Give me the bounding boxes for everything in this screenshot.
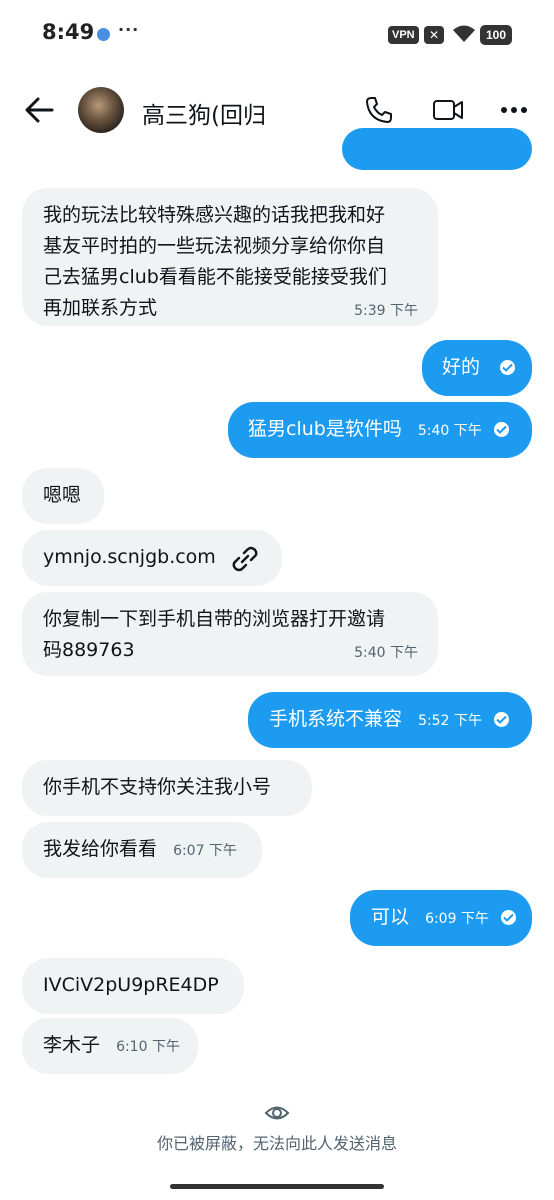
message-time: 5:39 下午 (354, 303, 418, 319)
message-text-line: 再加联系方式 (43, 297, 158, 319)
message-text-line: 我的玩法比较特殊感兴趣的话我把我和好 (43, 204, 386, 226)
phone-icon[interactable] (364, 95, 394, 125)
battery-icon: 100 (480, 25, 512, 45)
contact-name[interactable]: 高三狗(回归 (142, 96, 266, 130)
back-arrow-icon[interactable] (24, 96, 54, 124)
message-bubble-incoming[interactable]: 李木子 6:10 下午 (22, 1018, 198, 1074)
message-link-text[interactable]: ymnjo.scnjgb.com (43, 546, 216, 568)
message-bubble-incoming[interactable]: 我发给你看看 6:07 下午 (22, 822, 262, 878)
message-time: 5:52 下午 (418, 713, 482, 729)
message-time: 5:40 下午 (354, 645, 418, 661)
eye-icon (264, 1106, 290, 1120)
blocked-notice: 你已被屏蔽，无法向此人发送消息 (156, 1134, 397, 1153)
message-time: 5:40 下午 (417, 423, 482, 439)
message-text: IVCiV2pU9pRE4DP (43, 974, 219, 996)
message-text: 李木子 (43, 1034, 101, 1056)
message-time: 6:09 下午 (425, 911, 489, 927)
read-check-icon (493, 422, 509, 437)
message-text: 你手机不支持你关注我小号 (43, 776, 272, 798)
message-bubble-outgoing[interactable]: 手机系统不兼容 5:52 下午 (248, 692, 532, 748)
message-text-line: 己去猛男club看看能不能接受能接受我们 (43, 266, 387, 288)
app-notification-icon (97, 28, 110, 41)
link-icon (232, 546, 258, 572)
read-check-icon (501, 910, 516, 925)
video-icon[interactable] (432, 97, 464, 123)
message-time: 6:07 下午 (173, 843, 237, 859)
message-bubble-incoming[interactable]: IVCiV2pU9pRE4DP (22, 958, 244, 1014)
read-check-icon (494, 712, 509, 727)
message-text-line: 你复制一下到手机自带的浏览器打开邀请 (43, 608, 386, 630)
message-bubble-outgoing[interactable]: 可以 6:09 下午 (350, 890, 532, 946)
message-text: 手机系统不兼容 (269, 708, 403, 730)
avatar[interactable] (78, 87, 124, 133)
message-text: 猛男club是软件吗 (248, 418, 402, 440)
message-text: 好的 (442, 356, 481, 378)
vpn-icon: VPN (388, 26, 419, 44)
message-text: 嗯嗯 (43, 484, 82, 506)
status-more-icon: ··· (118, 20, 140, 39)
message-bubble-outgoing-partial (342, 128, 532, 170)
message-bubble-incoming-link[interactable]: ymnjo.scnjgb.com (22, 530, 282, 586)
message-text-line: 码889763 (43, 639, 135, 661)
home-indicator[interactable] (170, 1184, 384, 1189)
message-text: 可以 (371, 906, 410, 928)
x-app-icon: ✕ (424, 26, 444, 44)
message-bubble-incoming[interactable]: 嗯嗯 (22, 468, 104, 524)
message-time: 6:10 下午 (116, 1039, 180, 1055)
wifi-icon (453, 25, 475, 42)
status-time: 8:49 (42, 20, 95, 44)
read-check-icon (500, 360, 516, 375)
message-bubble-outgoing[interactable]: 猛男club是软件吗 5:40 下午 (228, 402, 532, 458)
status-bar: 8:49 ··· VPN ✕ 100 (0, 0, 554, 66)
message-bubble-incoming[interactable]: 你手机不支持你关注我小号 (22, 760, 312, 816)
message-text-line: 基友平时拍的一些玩法视频分享给你你自 (43, 235, 386, 257)
message-bubble-outgoing[interactable]: 好的 (422, 340, 532, 396)
message-bubble-incoming[interactable]: 你复制一下到手机自带的浏览器打开邀请 码889763 5:40 下午 (22, 592, 438, 676)
message-bubble-incoming[interactable]: 我的玩法比较特殊感兴趣的话我把我和好 基友平时拍的一些玩法视频分享给你你自 己去… (22, 188, 438, 326)
more-icon[interactable] (500, 106, 528, 114)
message-text: 我发给你看看 (43, 838, 158, 860)
